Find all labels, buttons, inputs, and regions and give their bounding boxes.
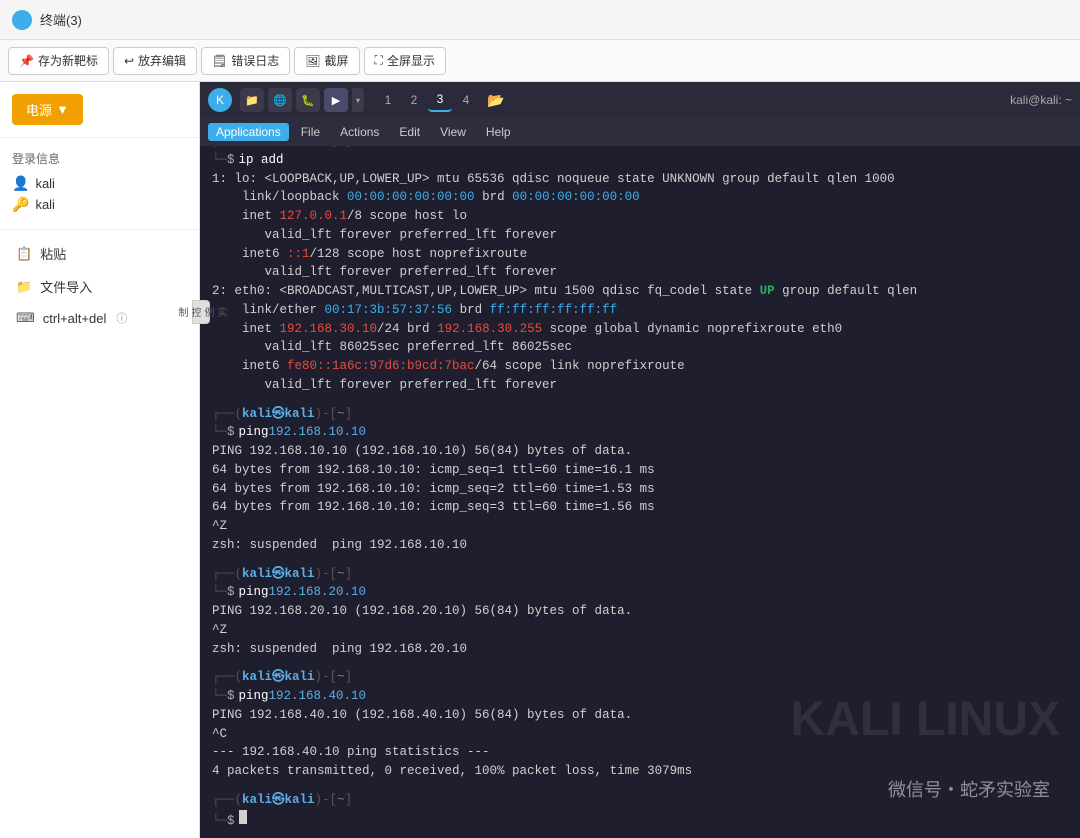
info-icon: ⓘ [116, 310, 127, 326]
output-7: 2: eth0: <BROADCAST,MULTICAST,UP,LOWER_U… [212, 282, 1068, 301]
keyboard-icon: ⌨ [16, 310, 35, 326]
power-button-area: 电源 ▼ [0, 82, 199, 138]
login-password-row: 🔑 kali [12, 196, 187, 213]
power-button[interactable]: 电源 ▼ [12, 94, 83, 125]
terminal-top-bar: K 📁 🌐 🐛 ▶ ▾ 1 2 3 4 📂 kali@kali: ~ [200, 82, 1080, 118]
login-info-title: 登录信息 [12, 150, 187, 167]
globe-icon-btn[interactable]: 🌐 [268, 88, 292, 112]
file-import-icon: 📁 [16, 279, 32, 295]
error-log-button[interactable]: 🗒 错误日志 [201, 47, 290, 75]
menu-help[interactable]: Help [478, 123, 519, 141]
login-info-section: 登录信息 👤 kali 🔑 kali [0, 138, 199, 230]
instance-control-tab[interactable]: 实例控制 [192, 300, 210, 324]
gap-4 [212, 781, 1068, 791]
cursor [239, 810, 247, 824]
output-2: link/loopback 00:00:00:00:00:00 brd 00:0… [212, 188, 1068, 207]
prompt-cmd-2: └─$ ping 192.168.10.10 [212, 423, 1068, 442]
gap-2 [212, 555, 1068, 565]
prompt-cmd-3: └─$ ping 192.168.20.10 [212, 583, 1068, 602]
output-12: valid_lft forever preferred_lft forever [212, 376, 1068, 395]
menu-view[interactable]: View [432, 123, 474, 141]
save-target-button[interactable]: 📌 存为新靶标 [8, 47, 109, 75]
main-layout: 电源 ▼ 登录信息 👤 kali 🔑 kali 📋 粘贴 📁 文件导入 [0, 82, 1080, 838]
terminal-tab-icons: 📁 🌐 🐛 ▶ ▾ [240, 88, 364, 112]
terminal-dropdown[interactable]: ▾ [352, 88, 364, 112]
output-4: valid_lft forever preferred_lft forever [212, 226, 1068, 245]
instance-control-label: 实例控制 [175, 307, 227, 317]
menu-applications[interactable]: Applications [208, 123, 289, 141]
prompt-cmd-4: └─$ ping 192.168.40.10 [212, 687, 1068, 706]
output-15: 64 bytes from 192.168.10.10: icmp_seq=2 … [212, 480, 1068, 499]
gap-1 [212, 395, 1068, 405]
discard-edit-button[interactable]: ↩ 放弃编辑 [113, 47, 197, 75]
tab-4[interactable]: 4 [454, 88, 478, 112]
output-13: PING 192.168.10.10 (192.168.10.10) 56(84… [212, 442, 1068, 461]
prompt-cmd-1: └─$ ip add [212, 151, 1068, 170]
paste-action[interactable]: 📋 粘贴 [12, 238, 187, 269]
tab-1[interactable]: 1 [376, 88, 400, 112]
user-icon: 👤 [12, 175, 29, 192]
terminal-user-info: kali@kali: ~ [1010, 93, 1072, 107]
sidebar-actions: 📋 粘贴 📁 文件导入 ⌨ ctrl+alt+del ⓘ [0, 230, 199, 340]
menu-file[interactable]: File [293, 123, 328, 141]
key-icon: 🔑 [12, 196, 29, 213]
fullscreen-button[interactable]: ⛶ 全屏显示 [364, 47, 446, 75]
terminal-icon-btn[interactable]: ▶ [324, 88, 348, 112]
output-11: inet6 fe80::1a6c:97d6:b9cd:7bac/64 scope… [212, 357, 1068, 376]
output-25: 4 packets transmitted, 0 received, 100% … [212, 762, 1068, 781]
bug-icon-btn[interactable]: 🐛 [296, 88, 320, 112]
output-20: ^Z [212, 621, 1068, 640]
output-1: 1: lo: <LOOPBACK,UP,LOWER_UP> mtu 65536 … [212, 170, 1068, 189]
output-19: PING 192.168.20.10 (192.168.20.10) 56(84… [212, 602, 1068, 621]
file-import-action[interactable]: 📁 文件导入 [12, 271, 187, 302]
output-16: 64 bytes from 192.168.10.10: icmp_seq=3 … [212, 498, 1068, 517]
files-icon-btn[interactable]: 📁 [240, 88, 264, 112]
prompt-line-5: ┌──(kali㉿kali)-[~] [212, 791, 1068, 810]
output-6: valid_lft forever preferred_lft forever [212, 263, 1068, 282]
prompt-line-3: ┌──(kali㉿kali)-[~] [212, 565, 1068, 584]
sidebar: 电源 ▼ 登录信息 👤 kali 🔑 kali 📋 粘贴 📁 文件导入 [0, 82, 200, 838]
terminal-content[interactable]: ┌──(kali㉿kali)-[~] └─$ ip add 1: lo: <LO… [200, 146, 1080, 838]
paste-label: 粘贴 [40, 244, 66, 263]
output-9: inet 192.168.30.10/24 brd 192.168.30.255… [212, 320, 1068, 339]
toolbar: 📌 存为新靶标 ↩ 放弃编辑 🗒 错误日志 🖼 截屏 ⛶ 全屏显示 [0, 40, 1080, 82]
terminal-menu-bar: Applications File Actions Edit View Help [200, 118, 1080, 146]
output-18: zsh: suspended ping 192.168.10.10 [212, 536, 1068, 555]
prompt-line-2: ┌──(kali㉿kali)-[~] [212, 405, 1068, 424]
tab-2[interactable]: 2 [402, 88, 426, 112]
login-password: kali [35, 197, 55, 212]
window-title: 终端(3) [40, 10, 82, 29]
output-24: --- 192.168.40.10 ping statistics --- [212, 743, 1068, 762]
output-21: zsh: suspended ping 192.168.20.10 [212, 640, 1068, 659]
output-23: ^C [212, 725, 1068, 744]
menu-edit[interactable]: Edit [391, 123, 428, 141]
login-username: kali [35, 176, 55, 191]
terminal-tabs: 1 2 3 4 📂 [376, 88, 508, 112]
tab-folder-icon[interactable]: 📂 [484, 88, 508, 112]
screenshot-button[interactable]: 🖼 截屏 [294, 47, 359, 75]
paste-icon: 📋 [16, 246, 32, 262]
ctrl-alt-del-action[interactable]: ⌨ ctrl+alt+del ⓘ [12, 304, 187, 332]
output-5: inet6 ::1/128 scope host noprefixroute [212, 245, 1068, 264]
output-3: inet 127.0.0.1/8 scope host lo [212, 207, 1068, 226]
output-22: PING 192.168.40.10 (192.168.40.10) 56(84… [212, 706, 1068, 725]
app-icon [12, 10, 32, 30]
output-17: ^Z [212, 517, 1068, 536]
kali-icon: K [208, 88, 232, 112]
tab-3[interactable]: 3 [428, 88, 452, 112]
ctrl-alt-del-label: ctrl+alt+del [43, 311, 107, 326]
prompt-line-4: ┌──(kali㉿kali)-[~] [212, 668, 1068, 687]
terminal-area: K 📁 🌐 🐛 ▶ ▾ 1 2 3 4 📂 kali@kali: ~ Appli… [200, 82, 1080, 838]
prompt-cmd-5: └─$ [212, 810, 1068, 831]
output-8: link/ether 00:17:3b:57:37:56 brd ff:ff:f… [212, 301, 1068, 320]
title-bar: 终端(3) [0, 0, 1080, 40]
login-user-row: 👤 kali [12, 175, 187, 192]
file-import-label: 文件导入 [40, 277, 92, 296]
output-10: valid_lft 86025sec preferred_lft 86025se… [212, 338, 1068, 357]
menu-actions[interactable]: Actions [332, 123, 387, 141]
output-14: 64 bytes from 192.168.10.10: icmp_seq=1 … [212, 461, 1068, 480]
gap-3 [212, 658, 1068, 668]
